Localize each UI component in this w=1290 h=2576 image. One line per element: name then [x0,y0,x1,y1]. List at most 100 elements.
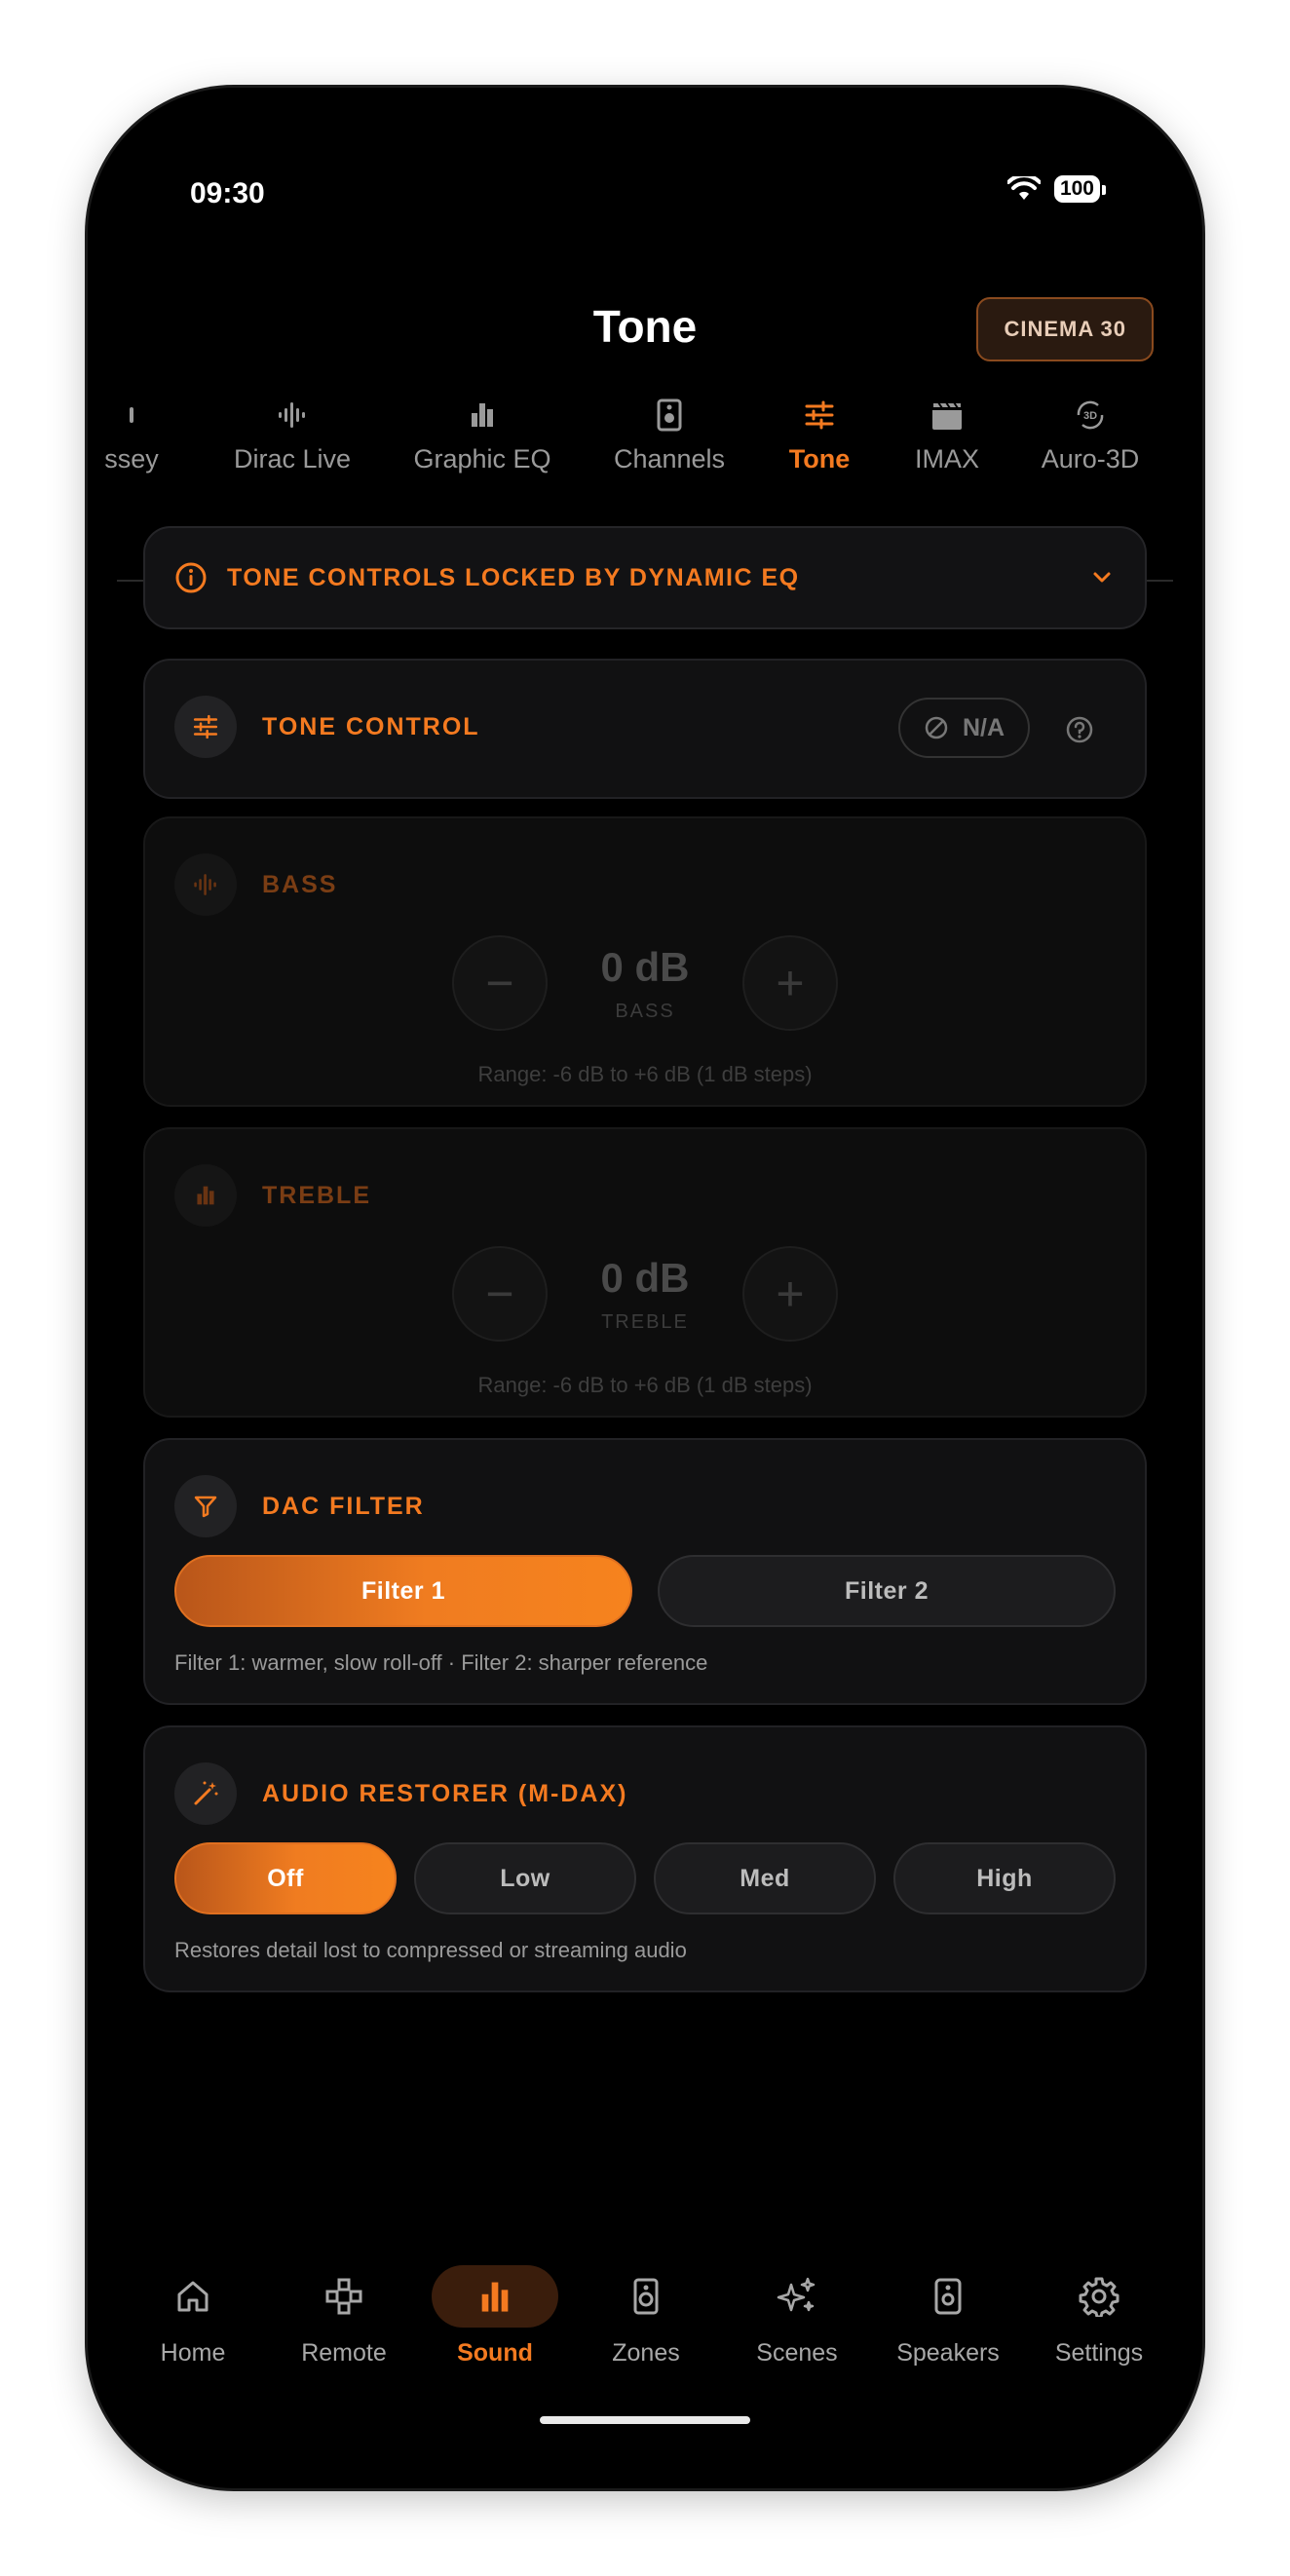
nav-label: Home [160,2339,226,2367]
svg-text:3D: 3D [1083,410,1097,422]
nav-scenes[interactable]: Scenes [724,2265,870,2368]
bass-card: BASS − 0 dB BASS + Range: -6 dB to +6 dB… [143,816,1147,1107]
nav-sound[interactable]: Sound [422,2265,568,2368]
waveform-icon [279,402,305,428]
bar-chart-icon [432,2265,558,2328]
dac-filter-option-2[interactable]: Filter 2 [658,1555,1116,1627]
bar-chart-icon [472,403,493,427]
phone-screen: 09:30 100 Tone CINEMA 30 ssey Dirac Live… [88,88,1202,2488]
bass-value: 0 dB BASS [587,944,703,1023]
nav-label: Zones [612,2339,680,2367]
restorer-option-off[interactable]: Off [174,1842,397,1914]
remote-icon [281,2265,407,2328]
nav-settings[interactable]: Settings [1026,2265,1172,2368]
nav-label: Scenes [756,2339,838,2367]
nav-home[interactable]: Home [120,2265,266,2368]
nav-label: Speakers [896,2339,1000,2367]
tab-label: IMAX [914,444,979,474]
nav-remote[interactable]: Remote [271,2265,417,2368]
tab-auro-3d[interactable]: 3D Auro-3D [1007,398,1173,474]
tone-control-status-chip[interactable]: N/A [897,698,1030,758]
speakers-icon [583,2265,709,2328]
dac-filter-helper: Filter 1: warmer, slow roll-off · Filter… [174,1650,708,1675]
nav-label: Sound [457,2339,533,2367]
card-header: TONE CONTROL [174,696,480,758]
bar-chart-icon [174,1164,237,1227]
tone-control-card: TONE CONTROL N/A [143,659,1147,799]
treble-decrease-button[interactable]: − [452,1246,548,1342]
audio-restorer-helper: Restores detail lost to compressed or st… [174,1938,687,1962]
magic-wand-icon [174,1762,237,1825]
bass-stepper: − 0 dB BASS + [145,935,1145,1031]
battery-indicator: 100 [1053,175,1107,203]
treble-range-note: Range: -6 dB to +6 dB (1 dB steps) [477,1373,813,1397]
card-title: BASS [262,870,338,898]
chevron-down-icon[interactable] [1088,564,1116,591]
tab-imax[interactable]: IMAX [864,398,1030,474]
tab-label: Auro-3D [1041,444,1140,474]
speaker-icon [885,2265,1011,2328]
treble-value-text: 0 dB [600,1254,690,1301]
nav-speakers[interactable]: Speakers [875,2265,1021,2368]
waveform-icon [174,853,237,916]
home-indicator[interactable] [540,2416,750,2424]
bass-increase-button[interactable]: + [742,935,838,1031]
treble-value-label: TREBLE [601,1310,689,1333]
restorer-option-high[interactable]: High [893,1842,1116,1914]
tab-channels[interactable]: Channels [587,398,752,474]
dynamic-eq-lock-alert[interactable]: TONE CONTROLS LOCKED BY DYNAMIC EQ [143,526,1147,629]
treble-increase-button[interactable]: + [742,1246,838,1342]
treble-card: TREBLE − 0 dB TREBLE + Range: -6 dB to +… [143,1127,1147,1418]
home-icon [130,2265,256,2328]
status-text: N/A [962,713,1005,741]
info-icon [175,562,207,593]
3d-rotate-icon: 3D [1077,400,1104,430]
audyssey-icon [130,407,133,423]
speaker-icon [657,398,682,432]
treble-value: 0 dB TREBLE [587,1255,703,1334]
card-header: TREBLE [174,1164,371,1227]
card-title: AUDIO RESTORER (M-DAX) [262,1779,628,1807]
sparkle-icon [734,2265,860,2328]
card-header: BASS [174,853,337,916]
tab-dirac-live[interactable]: Dirac Live [209,398,375,474]
status-time: 09:30 [190,177,265,209]
tab-audyssey[interactable]: ssey [88,398,175,474]
nav-zones[interactable]: Zones [573,2265,719,2368]
status-icons: 100 [1006,175,1107,203]
tab-label: Tone [788,444,851,474]
bass-value-label: BASS [615,1000,675,1022]
card-header: AUDIO RESTORER (M-DAX) [174,1762,627,1825]
card-title: TREBLE [262,1181,371,1209]
wifi-icon [1006,176,1041,200]
card-title: DAC FILTER [262,1492,425,1520]
help-icon[interactable] [1065,715,1094,744]
treble-stepper: − 0 dB TREBLE + [145,1246,1145,1342]
dac-filter-card: DAC FILTER Filter 1 Filter 2 Filter 1: w… [143,1438,1147,1705]
bass-decrease-button[interactable]: − [452,935,548,1031]
audio-restorer-options: Off Low Med High [174,1842,1116,1914]
dac-filter-option-1[interactable]: Filter 1 [174,1555,632,1627]
sliders-icon [805,400,834,430]
tab-label: Graphic EQ [413,444,551,474]
restorer-option-med[interactable]: Med [654,1842,876,1914]
nav-label: Settings [1054,2339,1144,2367]
card-title: TONE CONTROL [262,712,480,740]
preset-badge[interactable]: CINEMA 30 [976,297,1154,361]
restorer-option-low[interactable]: Low [414,1842,636,1914]
funnel-icon [174,1475,237,1537]
gear-icon [1036,2265,1162,2328]
bass-value-text: 0 dB [600,943,690,990]
nav-label: Remote [301,2339,387,2367]
tab-graphic-eq[interactable]: Graphic EQ [399,398,565,474]
dac-filter-options: Filter 1 Filter 2 [174,1555,1116,1627]
clapperboard-icon [931,401,963,430]
tab-label: ssey [104,444,159,474]
sliders-icon [174,696,237,758]
tab-label: Channels [613,444,726,474]
tab-label: Dirac Live [233,444,352,474]
blocked-icon [925,716,948,739]
alert-text: TONE CONTROLS LOCKED BY DYNAMIC EQ [227,563,800,591]
audio-restorer-card: AUDIO RESTORER (M-DAX) Off Low Med High … [143,1725,1147,1992]
bass-range-note: Range: -6 dB to +6 dB (1 dB steps) [477,1062,813,1086]
